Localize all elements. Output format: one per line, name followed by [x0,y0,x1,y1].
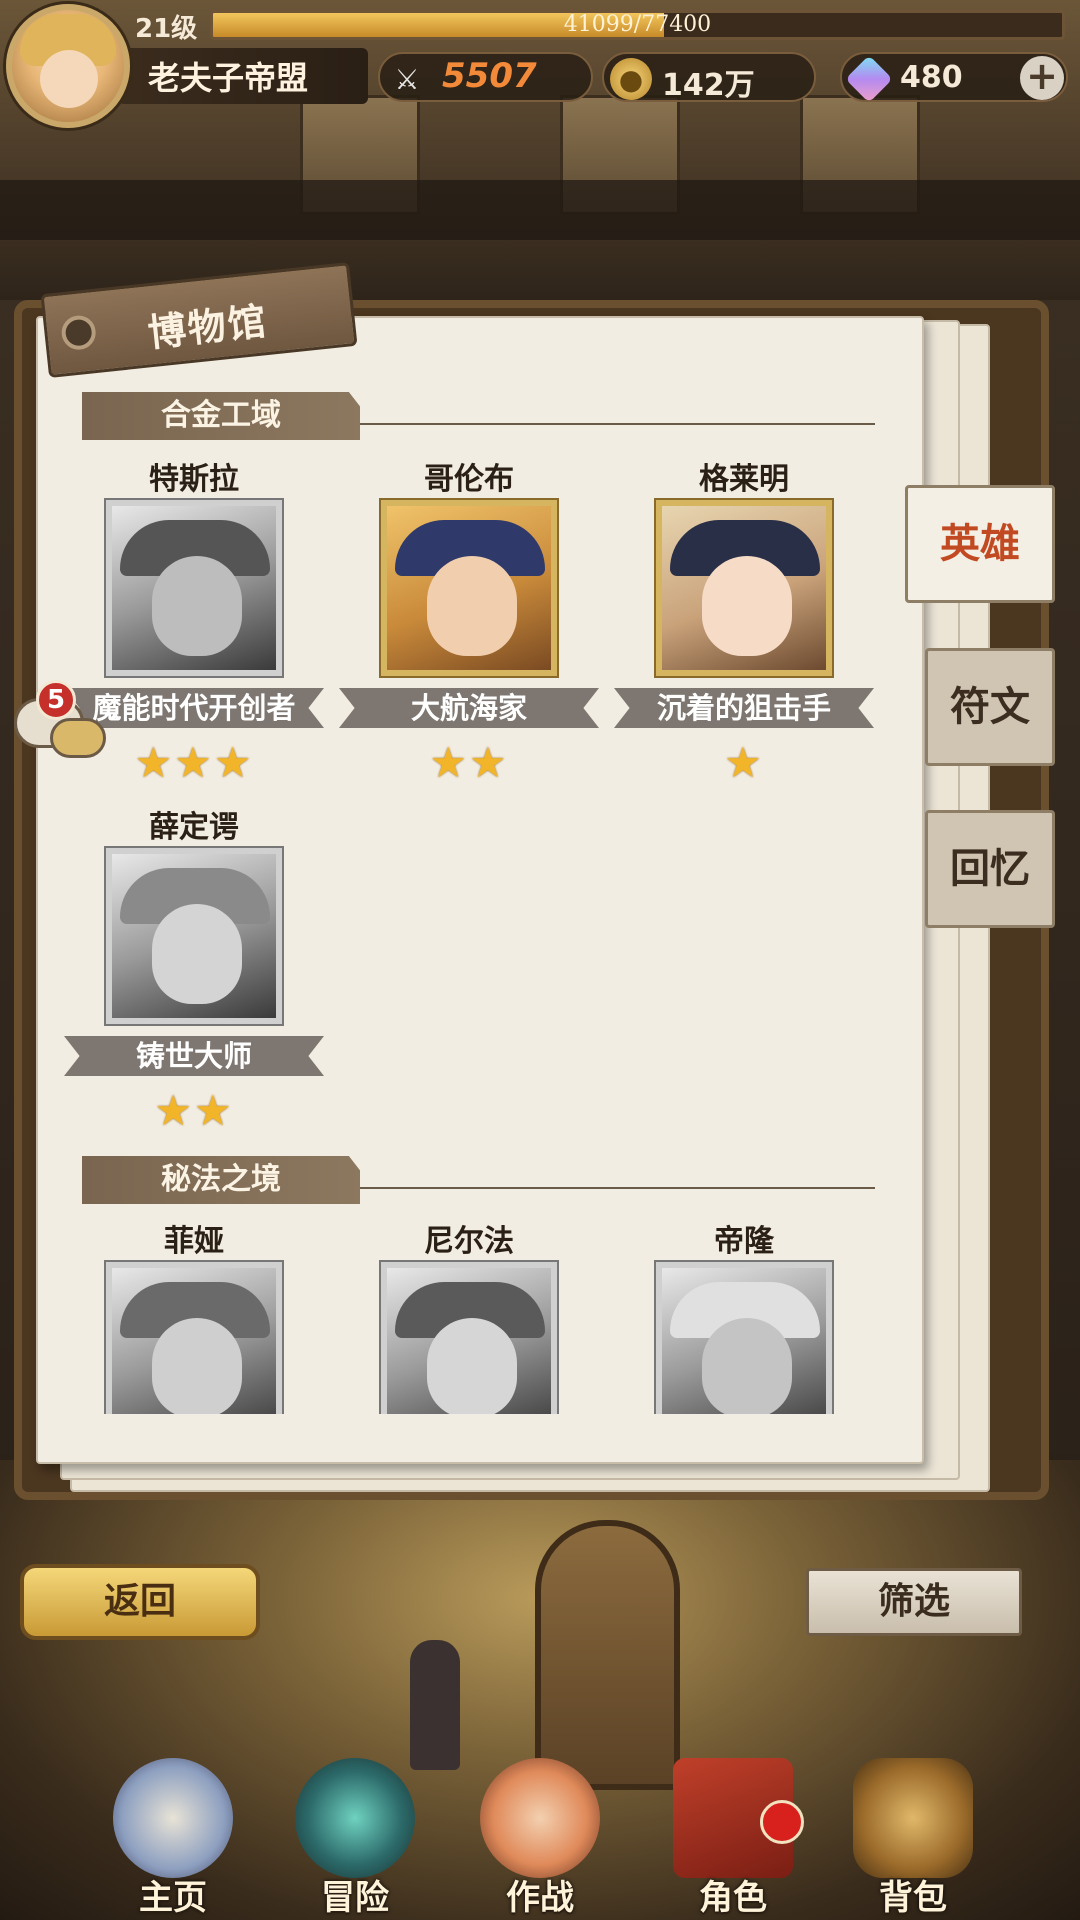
hero-portrait [106,1262,282,1414]
section-divider [360,423,875,425]
avatar-face [40,50,98,108]
overlay-band [0,180,1080,240]
hero-name: 薛定谔 [149,810,239,845]
portrait-face [702,556,792,656]
hero-stars: ★★ [429,738,509,787]
section-header-alloy: 合金工域 [82,392,360,440]
hero-name: 特斯拉 [149,462,239,497]
plus-icon[interactable]: + [1020,56,1064,100]
battle-character-icon [480,1758,600,1878]
portrait-face [152,904,242,1004]
hero-stars: ★ [724,738,764,787]
hero-title-banner: 铸世大师 [64,1036,324,1076]
hero-name: 哥伦布 [424,462,514,497]
gem-value: 480 [900,60,963,95]
power-value: 5507 [442,56,537,96]
portrait-face [427,556,517,656]
crystal-gem-icon [845,55,893,103]
portrait-face [152,1318,242,1414]
portal-icon [295,1758,415,1878]
nav-item-battle[interactable]: 作战 [455,1740,625,1920]
tag-hole [59,313,98,352]
portrait-face [427,1318,517,1414]
hero-title-banner: 大航海家 [339,688,599,728]
hero-list[interactable]: 合金工域 特斯拉 魔能时代开创者 ★★★ 哥伦布 大航海家 ★★ 格莱明 沉着的… [36,316,924,1414]
gold-display: ● 142万 [602,52,816,103]
portrait-face [152,556,242,656]
nav-item-adventure[interactable]: 冒险 [270,1740,440,1920]
chat-unread-badge: 5 [36,680,76,720]
hero-portrait [106,500,282,676]
hero-name: 尼尔法 [424,1224,514,1259]
chat-bubble-icon [50,718,106,758]
hero-portrait [656,1262,832,1414]
hero-name: 格莱明 [699,462,789,497]
hero-title-banner: 沉着的狙击手 [614,688,874,728]
section-divider [360,1187,875,1189]
hero-name: 菲娅 [164,1224,224,1259]
nav-item-home[interactable]: 主页 [88,1740,258,1920]
hero-portrait [381,1262,557,1414]
backpack-icon [853,1758,973,1878]
chat-button[interactable]: 5 [10,680,106,766]
xp-bar: 41099/77400 [210,10,1065,40]
player-name[interactable]: 老夫子帝盟 [148,53,308,99]
power-display: ⚔ 5507 [378,52,593,102]
panel-title: 博物馆 [145,298,270,356]
nav-label: 作战 [506,1878,574,1918]
tab-heroes[interactable]: 英雄 [905,485,1055,603]
hero-name: 帝隆 [714,1224,774,1259]
player-level: 21级 [135,14,198,44]
crossed-swords-icon: ⚔ [394,62,420,96]
hero-stars: ★★ [154,1086,234,1135]
xp-text: 41099/77400 [563,12,712,37]
hero-portrait [381,500,557,676]
section-header-arcane: 秘法之境 [82,1156,360,1204]
bottom-nav: 主页 冒险 作战 角色 背包 [0,1740,1080,1920]
gold-value: 142万 [662,68,755,103]
nav-label: 主页 [139,1878,207,1918]
notification-dot [760,1800,804,1844]
tab-runes[interactable]: 符文 [925,648,1055,766]
filter-button[interactable]: 筛选 [806,1568,1022,1636]
hero-portrait [106,848,282,1024]
nav-label: 角色 [699,1878,767,1918]
portrait-face [702,1318,792,1414]
player-avatar[interactable] [6,4,130,128]
nav-label: 背包 [879,1878,947,1918]
nav-item-bag[interactable]: 背包 [828,1740,998,1920]
gold-coin-icon: ● [610,58,652,100]
hero-portrait [656,500,832,676]
nav-label: 冒险 [321,1878,389,1918]
back-button[interactable]: 返回 [20,1564,260,1640]
top-hud: 41099/77400 21级 老夫子帝盟 ⚔ 5507 ● 142万 480 … [0,0,1080,110]
tab-memories[interactable]: 回忆 [925,810,1055,928]
castle-icon [113,1758,233,1878]
